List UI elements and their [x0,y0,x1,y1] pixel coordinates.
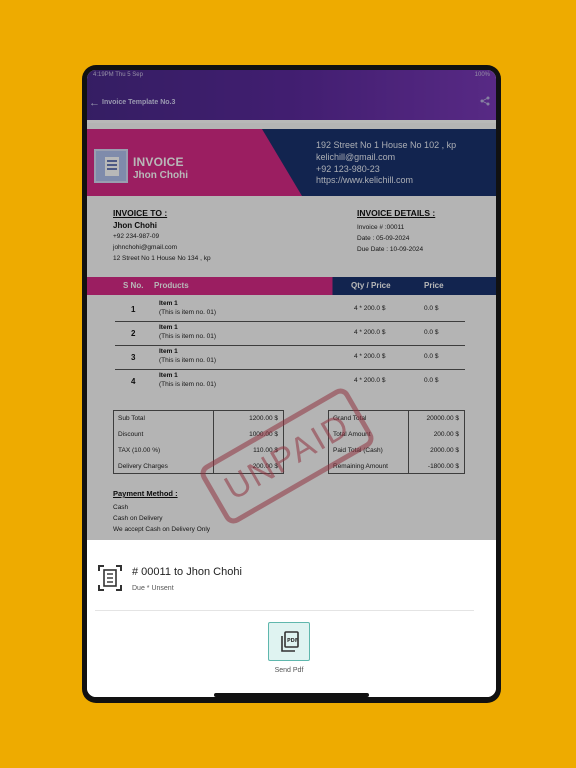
bottom-sheet: # 00011 to Jhon Chohi Due * Unsent PDF S… [87,540,496,697]
modal-scrim[interactable] [87,70,496,560]
sheet-divider [95,610,474,611]
sheet-subtitle: Due * Unsent [132,585,174,592]
screen: 4:19PM Thu 5 Sep 100% ← Invoice Template… [87,70,496,697]
svg-text:PDF: PDF [287,638,298,644]
tablet-frame: 4:19PM Thu 5 Sep 100% ← Invoice Template… [82,65,501,703]
document-scan-icon [98,565,122,591]
pdf-file-icon: PDF [280,631,300,658]
send-pdf-label: Send Pdf [274,667,304,674]
sheet-title: # 00011 to Jhon Chohi [132,566,242,578]
send-pdf-button[interactable]: PDF [268,622,310,661]
home-indicator [214,693,369,697]
